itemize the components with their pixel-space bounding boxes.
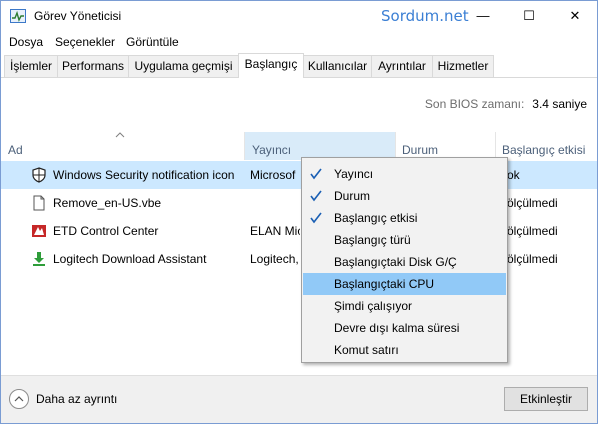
checkmark-icon [310,168,322,180]
bios-time-value: 3.4 saniye [532,97,587,111]
bios-time: Son BIOS zamanı: 3.4 saniye [425,97,587,111]
download-icon [33,252,45,266]
script-file-icon [33,195,45,211]
column-header-name[interactable]: Ad [1,132,244,160]
row-name: Windows Security notification icon [53,168,235,182]
menu-item-disabled-time[interactable]: Devre dışı kalma süresi [303,317,506,339]
tab-strip: İşlemler Performans Uygulama geçmişi Baş… [1,53,597,78]
menu-item-running-now[interactable]: Şimdi çalışıyor [303,295,506,317]
row-name: ETD Control Center [53,224,159,238]
tab-performance[interactable]: Performans [57,55,129,77]
tab-users[interactable]: Kullanıcılar [303,55,372,77]
menu-item-cpu-at-startup[interactable]: Başlangıçtaki CPU [303,273,506,295]
tab-startup[interactable]: Başlangıç [238,53,304,78]
column-header-status[interactable]: Durum [395,132,495,160]
title-bar[interactable]: Görev Yöneticisi Sordum.net — ☐ ✕ [1,1,597,32]
row-publisher: Microsof [250,168,296,182]
column-header-startup-impact[interactable]: Başlangıç etkisi [495,132,595,160]
menu-item-status[interactable]: Durum [303,185,506,207]
row-publisher: Logitech, [250,252,299,266]
menu-view[interactable]: Görüntüle [126,35,179,49]
close-icon: ✕ [569,8,581,23]
task-manager-window: Görev Yöneticisi Sordum.net — ☐ ✕ Dosya … [0,0,598,424]
row-impact: ölçülmedi [507,252,558,266]
menu-file[interactable]: Dosya [9,35,43,49]
menu-options[interactable]: Seçenekler [55,35,115,49]
menu-item-command-line[interactable]: Komut satırı [303,339,506,361]
minimize-icon: — [476,8,490,23]
enable-button[interactable]: Etkinleştir [504,387,588,411]
shield-icon [32,167,46,183]
tab-details[interactable]: Ayrıntılar [371,55,433,77]
watermark-text: Sordum.net [381,7,469,25]
window-title: Görev Yöneticisi [34,9,122,23]
tab-app-history[interactable]: Uygulama geçmişi [128,55,239,77]
menu-item-startup-type[interactable]: Başlangıç türü [303,229,506,251]
column-context-menu: Yayıncı Durum Başlangıç etkisi Başlangıç… [301,157,508,363]
row-name: Remove_en-US.vbe [53,196,162,210]
tab-services[interactable]: Hizmetler [432,55,494,77]
footer-bar: Daha az ayrıntı Etkinleştir [1,375,597,423]
task-manager-app-icon [10,9,26,23]
chevron-up-icon [14,396,24,402]
row-name: Logitech Download Assistant [53,252,207,266]
minimize-button[interactable]: — [460,1,506,31]
row-impact: ölçülmedi [507,224,558,238]
menu-item-publisher[interactable]: Yayıncı [303,163,506,185]
checkmark-icon [310,190,322,202]
close-button[interactable]: ✕ [552,1,598,31]
row-impact: ok [507,168,520,182]
column-header-publisher[interactable]: Yayıncı [245,132,395,160]
menu-item-disk-io-at-startup[interactable]: Başlangıçtaki Disk G/Ç [303,251,506,273]
tab-processes[interactable]: İşlemler [4,55,58,77]
menu-bar: Dosya Seçenekler Görüntüle [1,32,597,52]
menu-item-startup-impact[interactable]: Başlangıç etkisi [303,207,506,229]
fewer-details-label[interactable]: Daha az ayrıntı [36,392,117,406]
maximize-button[interactable]: ☐ [506,1,552,31]
row-impact: ölçülmedi [507,196,558,210]
row-publisher: ELAN Mic [250,224,300,238]
checkmark-icon [310,212,322,224]
bios-time-label: Son BIOS zamanı: [424,97,525,111]
maximize-icon: ☐ [523,8,535,23]
etd-icon [32,225,46,237]
fewer-details-button[interactable] [9,389,29,409]
